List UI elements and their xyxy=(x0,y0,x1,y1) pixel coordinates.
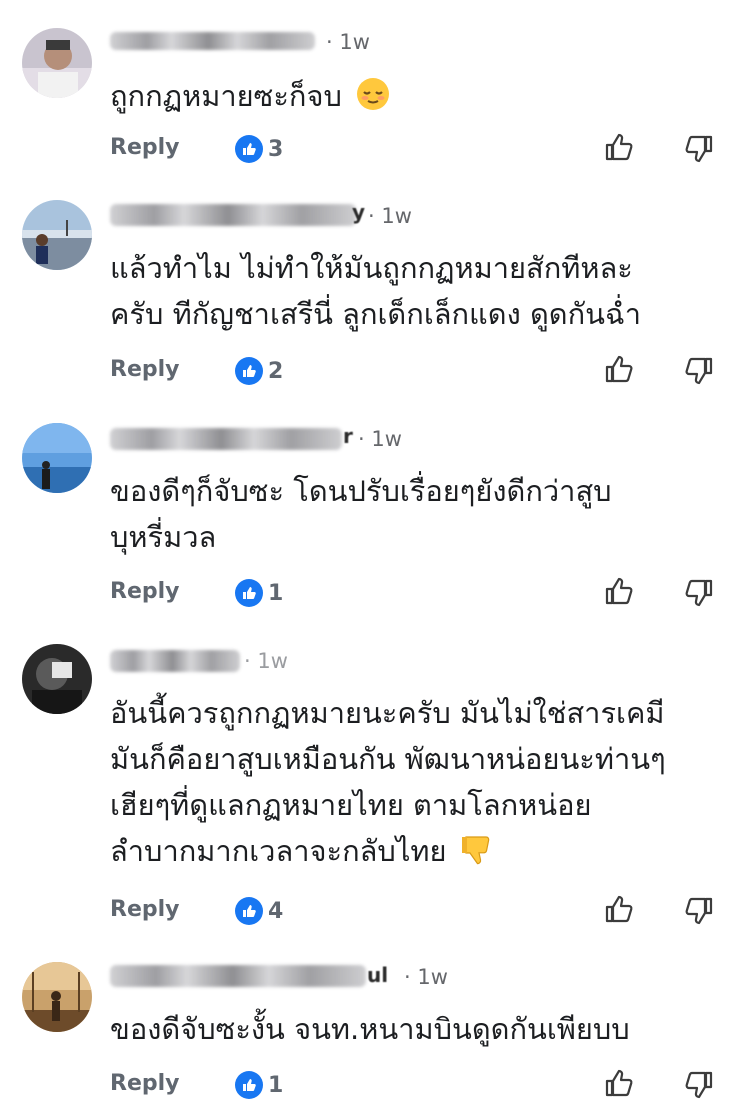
commenter-name-blurred[interactable] xyxy=(110,650,240,672)
like-icon[interactable] xyxy=(604,1068,634,1098)
like-icon[interactable] xyxy=(604,894,634,924)
commenter-name-fragment: r xyxy=(343,424,353,448)
like-icon[interactable] xyxy=(604,354,634,384)
reply-button[interactable]: Reply xyxy=(110,357,180,382)
relieved-face-icon xyxy=(355,76,391,125)
comment-line: ถูกกฏหมายซะก็จบ xyxy=(110,79,342,113)
comment-text: แล้วทำไม ไม่ทำให้มันถูกกฏหมายสักทีหละ คร… xyxy=(110,245,730,337)
comment-line: เฮียๆที่ดูแลกฏหมายไทย ตามโลกหน่อย xyxy=(110,788,592,822)
reply-button[interactable]: Reply xyxy=(110,897,180,922)
like-badge-icon xyxy=(235,1071,263,1099)
commenter-name-fragment: ul xyxy=(367,963,389,987)
comment-time: · 1w xyxy=(404,965,448,989)
comment-line: ของดีจับซะงั้น จนท.หนามบินดูดกันเพียบบ xyxy=(110,1012,630,1046)
like-badge-icon xyxy=(235,357,263,385)
dislike-icon[interactable] xyxy=(684,896,714,926)
commenter-name-blurred[interactable] xyxy=(110,32,315,50)
dislike-icon[interactable] xyxy=(684,134,714,164)
dislike-icon[interactable] xyxy=(684,1070,714,1100)
commenter-name-blurred[interactable] xyxy=(110,965,366,987)
reply-button[interactable]: Reply xyxy=(110,579,180,604)
like-badge-icon xyxy=(235,135,263,163)
like-badge-icon xyxy=(235,897,263,925)
comment-line: ครับ ทีกัญชาเสรีนี่ ลูกเด็กเล็กแดง ดูดกั… xyxy=(110,297,642,331)
comment-line: มันก็คือยาสูบเหมือนกัน พัฒนาหน่อยนะท่านๆ xyxy=(110,742,666,776)
like-count: 1 xyxy=(268,1073,284,1098)
reply-button[interactable]: Reply xyxy=(110,135,180,160)
commenter-name-fragment: y xyxy=(352,200,366,224)
avatar[interactable] xyxy=(22,200,92,270)
commenter-name-blurred[interactable] xyxy=(110,428,342,450)
dislike-icon[interactable] xyxy=(684,578,714,608)
comment-time: · 1w xyxy=(326,30,370,54)
reply-button[interactable]: Reply xyxy=(110,1071,180,1096)
comment-time: · 1w xyxy=(368,204,412,228)
comment-line: บุหรี่มวล xyxy=(110,520,217,554)
like-count: 1 xyxy=(268,581,284,606)
comment-time: · 1w xyxy=(358,427,402,451)
avatar[interactable] xyxy=(22,962,92,1032)
comment-time: · 1w xyxy=(244,649,288,673)
like-count: 2 xyxy=(268,359,284,384)
commenter-name-blurred[interactable] xyxy=(110,204,356,226)
comment-line: แล้วทำไม ไม่ทำให้มันถูกกฏหมายสักทีหละ xyxy=(110,251,633,285)
comment-text: ถูกกฏหมายซะก็จบ xyxy=(110,73,730,125)
thumbs-down-emoji-icon xyxy=(460,833,494,880)
comment-text: ของดีจับซะงั้น จนท.หนามบินดูดกันเพียบบ xyxy=(110,1006,730,1052)
comment-text: ของดีๆก็จับซะ โดนปรับเรื่อยๆยังดีกว่าสูบ… xyxy=(110,468,730,560)
comment-line: ลำบากมากเวลาจะกลับไทย xyxy=(110,834,447,868)
comment-line: อันนี้ควรถูกกฏหมายนะครับ มันไม่ใช่สารเคม… xyxy=(110,696,665,730)
like-count: 4 xyxy=(268,899,284,924)
like-icon[interactable] xyxy=(604,132,634,162)
avatar[interactable] xyxy=(22,28,92,98)
comment-line: ของดีๆก็จับซะ โดนปรับเรื่อยๆยังดีกว่าสูบ xyxy=(110,474,612,508)
dislike-icon[interactable] xyxy=(684,356,714,386)
like-count: 3 xyxy=(268,137,284,162)
comment-line-with-emoji: ลำบากมากเวลาจะกลับไทย xyxy=(110,828,730,880)
comment-text: อันนี้ควรถูกกฏหมายนะครับ มันไม่ใช่สารเคม… xyxy=(110,690,730,880)
avatar[interactable] xyxy=(22,644,92,714)
like-badge-icon xyxy=(235,579,263,607)
avatar[interactable] xyxy=(22,423,92,493)
like-icon[interactable] xyxy=(604,576,634,606)
